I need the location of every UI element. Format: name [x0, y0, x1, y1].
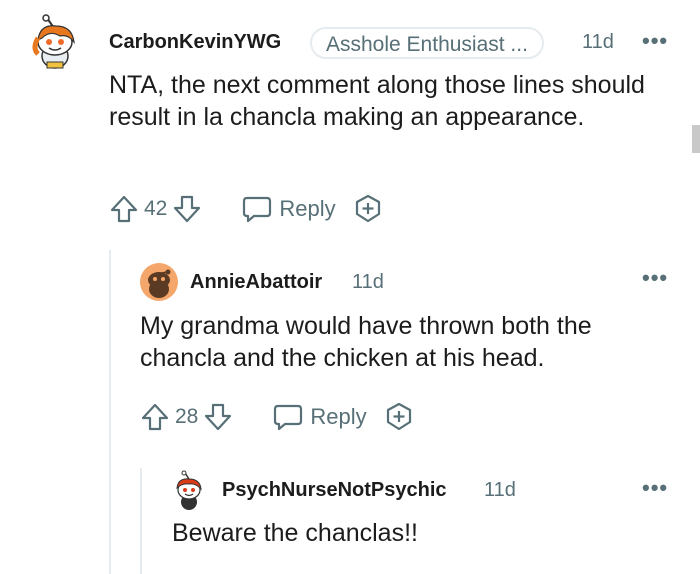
default-avatar-icon: [140, 263, 178, 301]
upvote-icon[interactable]: [139, 401, 171, 433]
comment-2-username[interactable]: AnnieAbattoir: [190, 271, 322, 294]
reply-label: Reply: [310, 404, 367, 429]
comment-2-reply-button[interactable]: Reply: [272, 402, 367, 432]
award-icon: [386, 402, 411, 431]
downvote-icon[interactable]: [202, 401, 234, 433]
comment-2-award-button[interactable]: [383, 401, 415, 433]
comment-1-actions: 42 Reply: [108, 191, 384, 227]
comment-1-more-button[interactable]: •••: [642, 28, 668, 54]
upvote-icon[interactable]: [108, 193, 140, 225]
comment-3-body: Beware the chanclas!!: [172, 519, 418, 547]
comment-1-flair: Asshole Enthusiast ...: [310, 27, 544, 59]
snoo-avatar-red-hair-icon: [176, 470, 202, 510]
scrollbar-thumb[interactable]: [692, 125, 700, 153]
comment-1-username[interactable]: CarbonKevinYWG: [109, 31, 281, 54]
comment-2-actions: 28 Reply: [139, 399, 415, 435]
comment-3-username[interactable]: PsychNurseNotPsychic: [222, 479, 447, 502]
comment-1-award-button[interactable]: [352, 193, 384, 225]
award-icon: [355, 194, 380, 223]
comment-1-body: NTA, the next comment along those lines …: [109, 71, 645, 131]
comment-bubble-icon: [272, 402, 304, 432]
comment-2-more-button[interactable]: •••: [642, 265, 668, 291]
comment-3-more-button[interactable]: •••: [642, 475, 668, 501]
comment-3-timestamp[interactable]: 11d: [484, 479, 516, 502]
comment-1-reply-button[interactable]: Reply: [241, 194, 336, 224]
comment-2-vote-count: 28: [175, 405, 199, 428]
comment-3-avatar[interactable]: [172, 470, 206, 512]
comment-1-avatar[interactable]: [30, 14, 80, 72]
reply-label: Reply: [279, 196, 336, 221]
comment-1-timestamp[interactable]: 11d: [582, 31, 614, 54]
comment-1-vote-count: 42: [144, 197, 168, 220]
thread-line-2[interactable]: [140, 468, 142, 574]
downvote-icon[interactable]: [171, 193, 203, 225]
snoo-avatar-orange-hair-icon: [32, 14, 75, 69]
comment-2-timestamp[interactable]: 11d: [352, 271, 384, 294]
comment-bubble-icon: [241, 194, 273, 224]
comment-2-avatar[interactable]: [140, 263, 178, 301]
comment-2-body: My grandma would have thrown both the ch…: [140, 312, 592, 372]
thread-line-1[interactable]: [109, 250, 111, 574]
